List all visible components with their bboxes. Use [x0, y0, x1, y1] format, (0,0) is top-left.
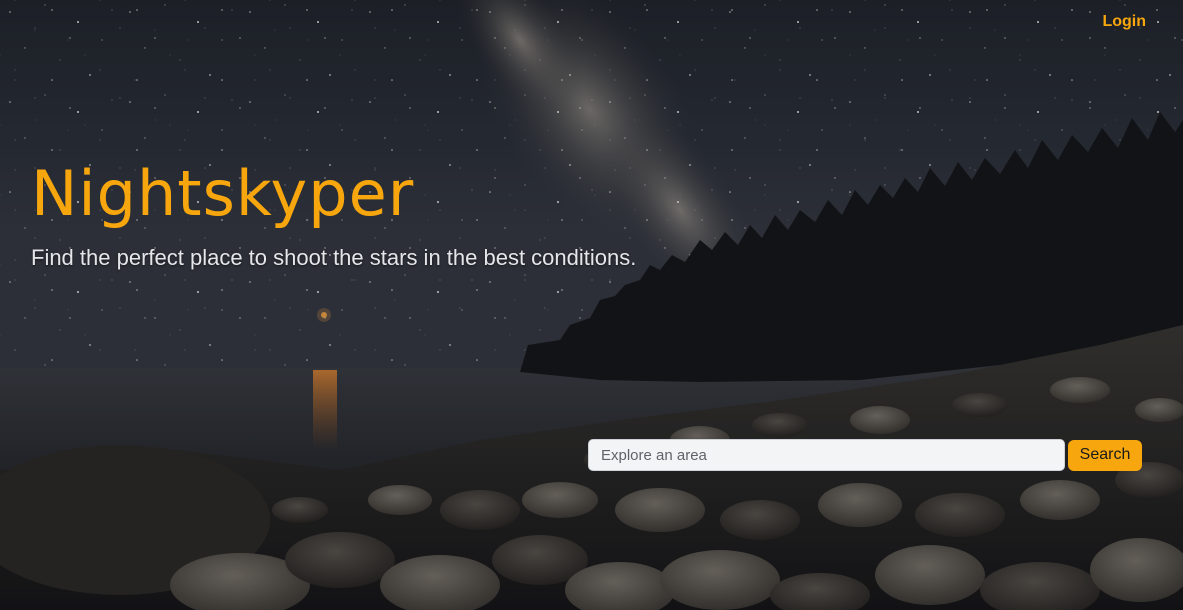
site-tagline: Find the perfect place to shoot the star… [31, 245, 637, 270]
search-button[interactable]: Search [1068, 439, 1142, 471]
site-title: Nightskyper [31, 157, 415, 230]
night-sky-background-image [0, 0, 1183, 610]
hero-section: Login Nightskyper Find the perfect place… [0, 0, 1183, 610]
login-link[interactable]: Login [1102, 13, 1146, 31]
search-input[interactable] [588, 439, 1065, 471]
search-form: Search [588, 439, 1142, 471]
